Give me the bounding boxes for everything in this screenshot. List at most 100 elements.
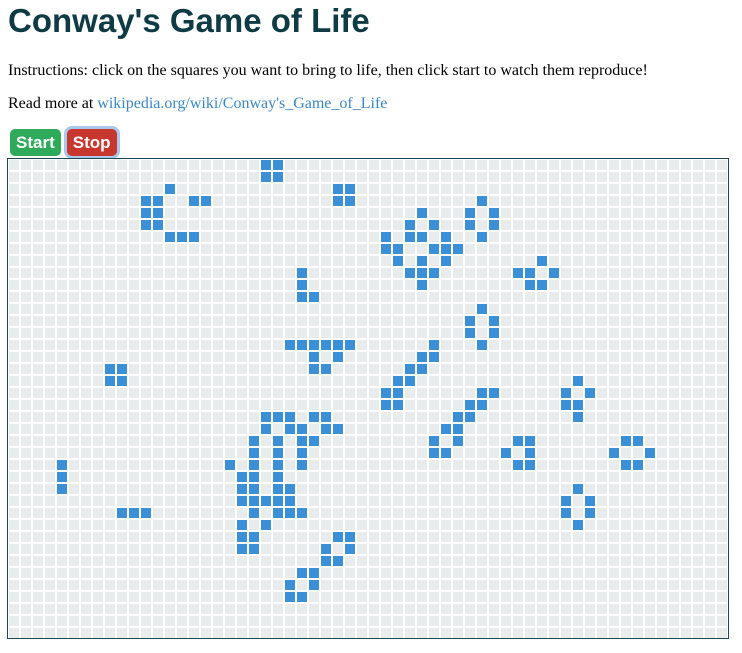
- dead-cell[interactable]: [585, 364, 595, 374]
- dead-cell[interactable]: [333, 472, 343, 482]
- dead-cell[interactable]: [45, 304, 55, 314]
- dead-cell[interactable]: [537, 160, 547, 170]
- dead-cell[interactable]: [645, 412, 655, 422]
- dead-cell[interactable]: [717, 160, 727, 170]
- dead-cell[interactable]: [81, 388, 91, 398]
- dead-cell[interactable]: [573, 232, 583, 242]
- live-cell[interactable]: [525, 436, 535, 446]
- dead-cell[interactable]: [393, 580, 403, 590]
- dead-cell[interactable]: [33, 280, 43, 290]
- dead-cell[interactable]: [693, 292, 703, 302]
- dead-cell[interactable]: [405, 172, 415, 182]
- dead-cell[interactable]: [285, 280, 295, 290]
- dead-cell[interactable]: [405, 208, 415, 218]
- dead-cell[interactable]: [429, 424, 439, 434]
- dead-cell[interactable]: [189, 376, 199, 386]
- dead-cell[interactable]: [81, 172, 91, 182]
- live-cell[interactable]: [477, 232, 487, 242]
- dead-cell[interactable]: [9, 580, 19, 590]
- dead-cell[interactable]: [153, 496, 163, 506]
- dead-cell[interactable]: [249, 628, 259, 638]
- dead-cell[interactable]: [705, 436, 715, 446]
- dead-cell[interactable]: [477, 460, 487, 470]
- dead-cell[interactable]: [309, 556, 319, 566]
- dead-cell[interactable]: [477, 616, 487, 626]
- dead-cell[interactable]: [81, 472, 91, 482]
- dead-cell[interactable]: [237, 244, 247, 254]
- live-cell[interactable]: [105, 364, 115, 374]
- dead-cell[interactable]: [633, 592, 643, 602]
- dead-cell[interactable]: [297, 628, 307, 638]
- dead-cell[interactable]: [537, 544, 547, 554]
- dead-cell[interactable]: [537, 352, 547, 362]
- dead-cell[interactable]: [441, 364, 451, 374]
- dead-cell[interactable]: [525, 352, 535, 362]
- dead-cell[interactable]: [405, 160, 415, 170]
- dead-cell[interactable]: [141, 532, 151, 542]
- dead-cell[interactable]: [357, 532, 367, 542]
- live-cell[interactable]: [453, 244, 463, 254]
- dead-cell[interactable]: [513, 316, 523, 326]
- dead-cell[interactable]: [9, 208, 19, 218]
- dead-cell[interactable]: [45, 508, 55, 518]
- dead-cell[interactable]: [345, 328, 355, 338]
- dead-cell[interactable]: [189, 244, 199, 254]
- dead-cell[interactable]: [357, 592, 367, 602]
- dead-cell[interactable]: [33, 472, 43, 482]
- dead-cell[interactable]: [561, 484, 571, 494]
- dead-cell[interactable]: [573, 220, 583, 230]
- dead-cell[interactable]: [453, 184, 463, 194]
- dead-cell[interactable]: [573, 616, 583, 626]
- dead-cell[interactable]: [441, 460, 451, 470]
- dead-cell[interactable]: [417, 508, 427, 518]
- dead-cell[interactable]: [357, 472, 367, 482]
- dead-cell[interactable]: [201, 184, 211, 194]
- dead-cell[interactable]: [141, 376, 151, 386]
- dead-cell[interactable]: [201, 616, 211, 626]
- dead-cell[interactable]: [477, 328, 487, 338]
- dead-cell[interactable]: [345, 268, 355, 278]
- dead-cell[interactable]: [585, 160, 595, 170]
- dead-cell[interactable]: [141, 436, 151, 446]
- dead-cell[interactable]: [717, 256, 727, 266]
- live-cell[interactable]: [333, 184, 343, 194]
- dead-cell[interactable]: [117, 604, 127, 614]
- dead-cell[interactable]: [213, 244, 223, 254]
- dead-cell[interactable]: [621, 580, 631, 590]
- dead-cell[interactable]: [69, 376, 79, 386]
- dead-cell[interactable]: [501, 172, 511, 182]
- dead-cell[interactable]: [561, 328, 571, 338]
- dead-cell[interactable]: [489, 520, 499, 530]
- dead-cell[interactable]: [81, 220, 91, 230]
- dead-cell[interactable]: [129, 400, 139, 410]
- dead-cell[interactable]: [681, 292, 691, 302]
- dead-cell[interactable]: [297, 388, 307, 398]
- dead-cell[interactable]: [441, 220, 451, 230]
- dead-cell[interactable]: [261, 628, 271, 638]
- dead-cell[interactable]: [669, 388, 679, 398]
- dead-cell[interactable]: [33, 184, 43, 194]
- dead-cell[interactable]: [681, 268, 691, 278]
- dead-cell[interactable]: [453, 532, 463, 542]
- dead-cell[interactable]: [465, 592, 475, 602]
- dead-cell[interactable]: [549, 172, 559, 182]
- dead-cell[interactable]: [621, 388, 631, 398]
- dead-cell[interactable]: [93, 412, 103, 422]
- dead-cell[interactable]: [9, 304, 19, 314]
- dead-cell[interactable]: [477, 508, 487, 518]
- dead-cell[interactable]: [693, 604, 703, 614]
- dead-cell[interactable]: [417, 160, 427, 170]
- dead-cell[interactable]: [345, 232, 355, 242]
- dead-cell[interactable]: [693, 172, 703, 182]
- dead-cell[interactable]: [357, 220, 367, 230]
- dead-cell[interactable]: [417, 532, 427, 542]
- dead-cell[interactable]: [225, 544, 235, 554]
- dead-cell[interactable]: [693, 592, 703, 602]
- dead-cell[interactable]: [261, 196, 271, 206]
- dead-cell[interactable]: [681, 556, 691, 566]
- dead-cell[interactable]: [357, 268, 367, 278]
- live-cell[interactable]: [129, 508, 139, 518]
- dead-cell[interactable]: [465, 172, 475, 182]
- dead-cell[interactable]: [345, 604, 355, 614]
- dead-cell[interactable]: [273, 364, 283, 374]
